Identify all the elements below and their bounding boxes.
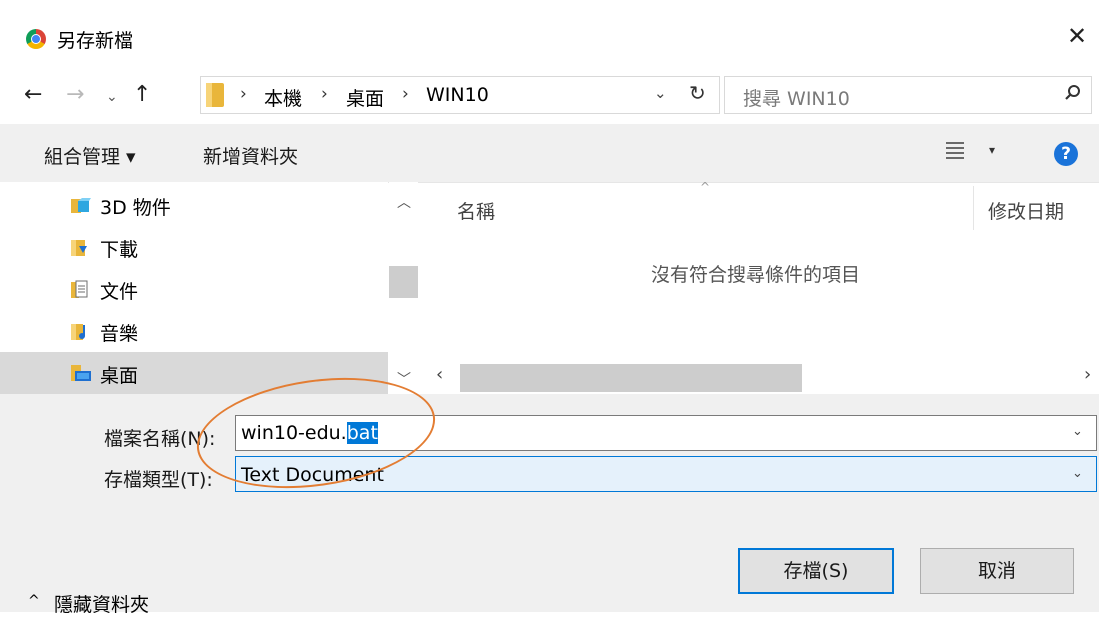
refresh-icon[interactable]: ↻ — [689, 81, 706, 105]
breadcrumb-separator[interactable]: › — [321, 84, 328, 104]
help-icon[interactable]: ? — [1054, 142, 1078, 166]
music-icon — [71, 322, 91, 340]
up-arrow-icon[interactable]: ↑ — [133, 80, 151, 110]
downloads-icon — [71, 238, 91, 256]
address-dropdown-icon[interactable]: ⌄ — [654, 84, 667, 102]
documents-icon — [71, 280, 91, 298]
breadcrumb-desktop[interactable]: 桌面 — [346, 84, 384, 111]
empty-list-message: 沒有符合搜尋條件的項目 — [651, 264, 861, 286]
command-bar — [0, 124, 1099, 183]
back-arrow-icon[interactable]: ← — [24, 80, 42, 110]
column-header-name[interactable]: 名稱 — [457, 197, 495, 224]
scroll-right-icon[interactable]: › — [1084, 364, 1091, 385]
forward-arrow-icon[interactable]: → — [66, 80, 84, 110]
save-button[interactable]: 存檔(S) — [738, 548, 894, 594]
search-icon[interactable] — [1064, 84, 1082, 107]
breadcrumb-separator[interactable]: › — [240, 84, 247, 104]
tree-item-documents[interactable]: 文件 — [0, 268, 388, 310]
tree-item-label: 桌面 — [100, 365, 139, 387]
tree-item-downloads[interactable]: 下載 — [0, 226, 388, 268]
view-dropdown-icon[interactable]: ▾ — [989, 143, 995, 157]
tree-item-label: 3D 物件 — [100, 197, 171, 219]
breadcrumb-separator[interactable]: › — [402, 84, 409, 104]
recent-locations-chevron-icon[interactable]: ⌄ — [106, 82, 118, 112]
breadcrumb-win10[interactable]: WIN10 — [426, 84, 489, 106]
search-placeholder: 搜尋 WIN10 — [743, 88, 850, 110]
desktop-icon — [71, 364, 91, 382]
tree-item-music[interactable]: 音樂 — [0, 310, 388, 352]
new-folder-button[interactable]: 新增資料夾 — [203, 142, 298, 169]
column-divider[interactable] — [973, 186, 974, 230]
tree-item-3d-objects[interactable]: 3D 物件 — [0, 184, 388, 226]
chrome-app-icon — [26, 29, 46, 49]
3d-objects-icon — [71, 196, 91, 214]
breadcrumb-this-pc[interactable]: 本機 — [264, 84, 302, 111]
view-options-icon[interactable] — [946, 141, 964, 159]
filetype-label: 存檔類型(T): — [104, 469, 213, 491]
scroll-up-icon[interactable]: ︿ — [397, 192, 411, 212]
column-header-modified[interactable]: 修改日期 — [988, 197, 1064, 224]
sort-ascending-icon: ^ — [700, 180, 711, 194]
hide-folders-chevron-icon[interactable]: ^ — [28, 593, 40, 609]
filetype-dropdown-icon[interactable]: ⌄ — [1072, 466, 1083, 481]
title-bar — [0, 0, 1099, 72]
filename-dropdown-icon[interactable]: ⌄ — [1072, 424, 1083, 439]
folder-icon — [206, 83, 224, 107]
hide-folders-button[interactable]: 隱藏資料夾 — [54, 590, 149, 617]
window-title: 另存新檔 — [57, 30, 134, 52]
close-button[interactable]: ✕ — [1064, 23, 1090, 49]
scroll-left-icon[interactable]: ‹ — [436, 364, 443, 385]
tree-item-label: 文件 — [100, 281, 139, 303]
tree-item-label: 下載 — [100, 239, 139, 261]
tree-item-label: 音樂 — [100, 323, 139, 345]
scrollbar-thumb[interactable] — [389, 266, 418, 298]
cancel-button[interactable]: 取消 — [920, 548, 1074, 594]
organize-menu-button[interactable]: 組合管理 ▾ — [44, 142, 136, 169]
horizontal-scrollbar-thumb[interactable] — [460, 364, 802, 392]
